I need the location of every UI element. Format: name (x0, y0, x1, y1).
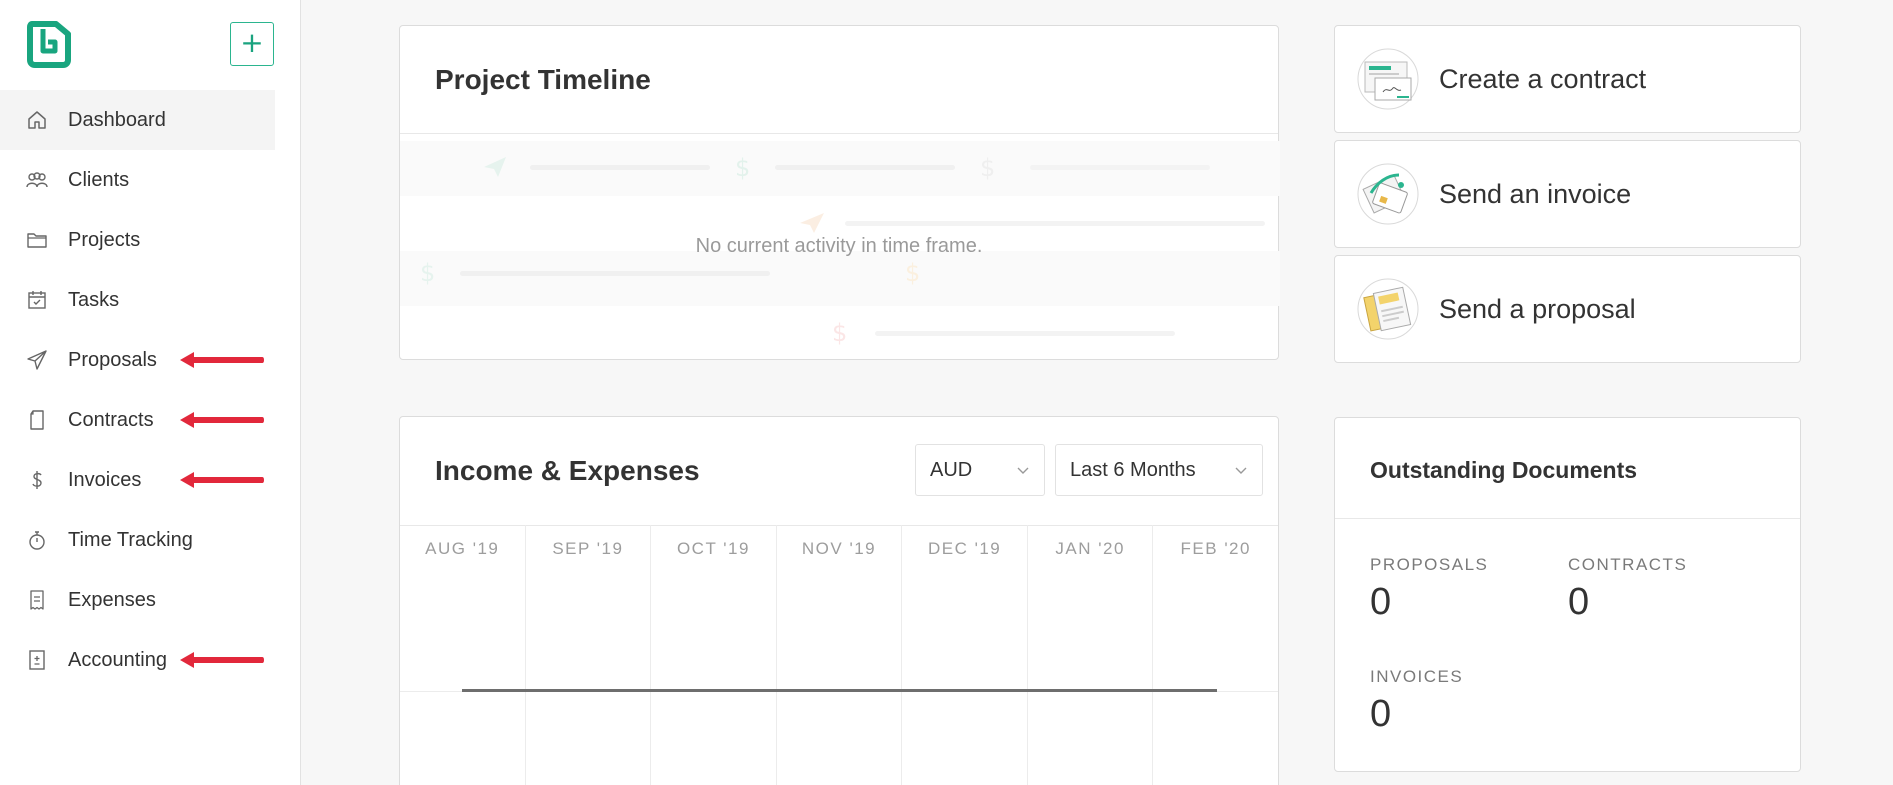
svg-text:$: $ (905, 259, 920, 287)
sidebar-item-projects[interactable]: Projects (0, 210, 275, 270)
svg-text:$: $ (980, 154, 995, 182)
month-label: FEB '20 (1180, 539, 1251, 558)
send-invoice-button[interactable]: Send an invoice (1334, 140, 1801, 248)
dollar-icon (32, 471, 42, 489)
divider (400, 133, 1278, 134)
sidebar-item-tasks[interactable]: Tasks (0, 270, 275, 330)
zero-baseline (462, 689, 1217, 692)
month-columns: AUG '19 SEP '19 OCT '19 NOV '19 DEC '19 … (400, 525, 1278, 785)
red-arrow-annotation (180, 472, 264, 488)
add-new-button[interactable]: + (230, 22, 274, 66)
svg-text:$: $ (735, 154, 750, 182)
sidebar-item-label: Invoices (68, 468, 142, 491)
stat-value: 0 (1568, 581, 1590, 623)
send-proposal-button[interactable]: Send a proposal (1334, 255, 1801, 363)
invoice-illustration-icon (1357, 163, 1419, 225)
clients-icon (26, 172, 48, 188)
chevron-down-icon (1235, 467, 1247, 474)
stat-value: 0 (1370, 581, 1392, 623)
date-range-select[interactable]: Last 6 Months (1055, 444, 1263, 496)
chevron-down-icon (1017, 467, 1029, 474)
income-expenses-card: Income & Expenses AUD Last 6 Months AUG … (399, 416, 1279, 785)
date-range-select-value: Last 6 Months (1070, 458, 1196, 481)
invoices-stat[interactable]: INVOICES 0 (1370, 667, 1463, 736)
sidebar-item-accounting[interactable]: Accounting (0, 630, 275, 690)
stopwatch-icon (29, 531, 45, 550)
calendar-check-icon (28, 291, 46, 309)
sidebar-item-time-tracking[interactable]: Time Tracking (0, 510, 275, 570)
action-label: Send a proposal (1439, 293, 1636, 324)
sidebar-item-label: Expenses (68, 588, 156, 611)
card-title: Outstanding Documents (1370, 457, 1638, 483)
red-arrow-annotation (180, 652, 264, 668)
sidebar-item-label: Clients (68, 168, 130, 191)
card-title: Income & Expenses (435, 455, 700, 486)
card-title: Project Timeline (435, 64, 651, 95)
sidebar-item-contracts[interactable]: Contracts (0, 390, 275, 450)
stat-value: 0 (1370, 693, 1392, 735)
sidebar-item-label: Dashboard (68, 108, 166, 131)
action-label: Send an invoice (1439, 178, 1632, 209)
home-icon (28, 111, 46, 129)
action-label: Create a contract (1439, 63, 1647, 94)
stat-label: INVOICES (1370, 667, 1464, 686)
svg-text:$: $ (832, 319, 847, 347)
month-label: OCT '19 (651, 525, 777, 785)
app-logo-icon[interactable] (26, 20, 72, 68)
sidebar-item-label: Proposals (68, 348, 157, 371)
sidebar-item-label: Tasks (68, 288, 120, 311)
sidebar-item-expenses[interactable]: Expenses (0, 570, 275, 630)
sidebar: + Dashboard Clients Projects Tasks Propo… (0, 0, 301, 785)
empty-state-message: No current activity in time frame. (695, 235, 983, 257)
currency-select[interactable]: AUD (915, 444, 1045, 496)
month-label: SEP '19 (526, 525, 652, 785)
stat-label: CONTRACTS (1568, 555, 1688, 574)
sidebar-item-clients[interactable]: Clients (0, 150, 275, 210)
contracts-stat[interactable]: CONTRACTS 0 (1568, 555, 1687, 624)
red-arrow-annotation (180, 412, 264, 428)
sidebar-item-proposals[interactable]: Proposals (0, 330, 275, 390)
month-label: DEC '19 (902, 525, 1028, 785)
divider (1335, 518, 1800, 519)
stat-label: PROPOSALS (1370, 555, 1489, 574)
month-label: NOV '19 (777, 525, 903, 785)
sidebar-item-label: Contracts (68, 408, 154, 431)
sidebar-item-dashboard[interactable]: Dashboard (0, 90, 275, 150)
sidebar-item-label: Projects (68, 228, 141, 251)
sidebar-item-label: Time Tracking (68, 528, 193, 551)
receipt-icon (30, 590, 44, 610)
ledger-icon (29, 650, 45, 670)
paper-plane-icon (27, 350, 47, 370)
red-arrow-annotation (180, 352, 264, 368)
main-nav: Dashboard Clients Projects Tasks Proposa… (0, 90, 275, 690)
contract-illustration-icon (1357, 48, 1419, 110)
month-label: JAN '20 (1028, 525, 1154, 785)
currency-select-value: AUD (930, 458, 973, 481)
sidebar-item-label: Accounting (68, 648, 167, 671)
month-label: AUG '19 (400, 525, 526, 785)
proposal-illustration-icon (1357, 278, 1419, 340)
outstanding-documents-card: Outstanding Documents PROPOSALS 0 CONTRA… (1334, 417, 1801, 772)
sidebar-item-invoices[interactable]: Invoices (0, 450, 275, 510)
proposals-stat[interactable]: PROPOSALS 0 (1370, 555, 1488, 624)
project-timeline-card: Project Timeline $ $ $ $ $ No current ac… (399, 25, 1280, 360)
create-contract-button[interactable]: Create a contract (1334, 25, 1801, 133)
document-icon (30, 410, 44, 430)
folder-icon (27, 233, 47, 248)
svg-text:$: $ (420, 259, 435, 287)
